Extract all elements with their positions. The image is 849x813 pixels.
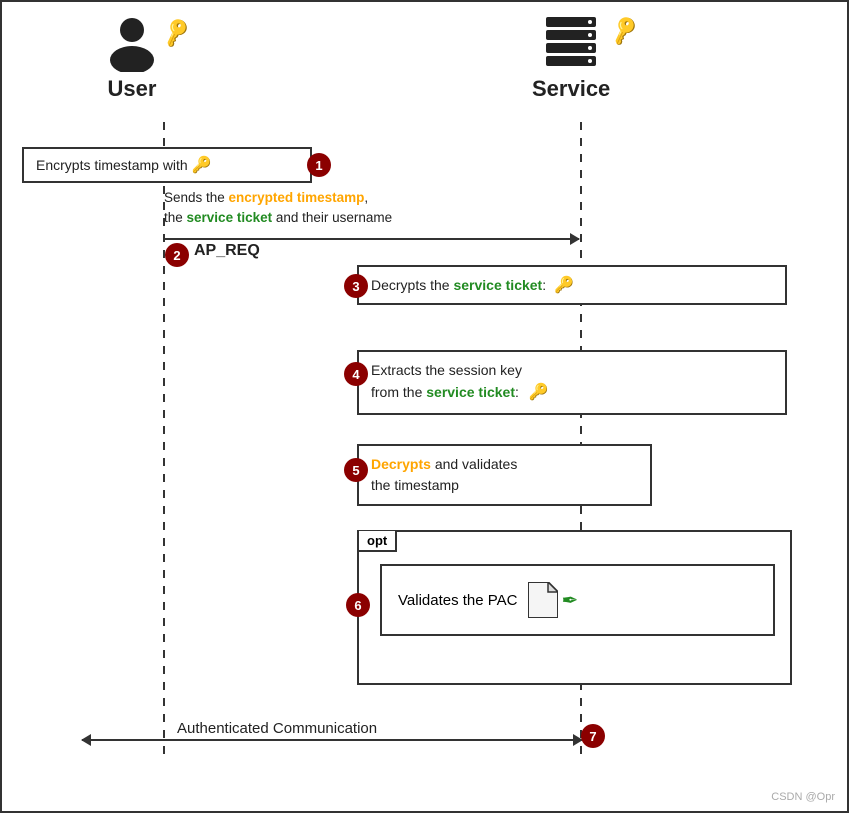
person-icon <box>102 12 162 72</box>
auth-comm-arrow <box>82 739 582 741</box>
step1-box: Encrypts timestamp with 🔑 <box>22 147 312 183</box>
step4-box: Extracts the session keyfrom the service… <box>357 350 787 415</box>
step4-circle: 4 <box>344 362 368 386</box>
step2-arrow <box>164 238 579 240</box>
step2-encrypted-text: encrypted timestamp <box>229 190 365 205</box>
user-label: User <box>108 76 157 102</box>
opt-label: opt <box>359 531 397 552</box>
service-label: Service <box>532 76 610 102</box>
pen-icon: ✒ <box>562 588 579 613</box>
step3-circle: 3 <box>344 274 368 298</box>
watermark: CSDN @Opr <box>771 791 835 803</box>
step3-text: Decrypts the service ticket: <box>371 277 546 293</box>
step3-box: Decrypts the service ticket: 🔑 <box>357 265 787 305</box>
step2-service-ticket-text: service ticket <box>187 210 273 225</box>
green-key-icon: 🔑 <box>607 14 642 48</box>
step2-apreq-label: AP_REQ <box>194 242 260 260</box>
actor-user: 🔑 User <box>102 12 162 102</box>
diagram: 🔑 User 🔑 Service Encrypts timest <box>0 0 849 813</box>
step5-decrypts-text: Decrypts <box>371 456 431 472</box>
step2-circle: 2 <box>165 243 189 267</box>
auth-comm-label: Authenticated Communication <box>177 720 377 737</box>
user-icon-group: 🔑 <box>102 12 162 72</box>
step5-box: Decrypts and validatesthe timestamp <box>357 444 652 506</box>
red-key-icon: 🔑 <box>159 16 194 50</box>
step4-text: Extracts the session keyfrom the service… <box>371 362 522 400</box>
step2-label: Sends the encrypted timestamp, the servi… <box>164 188 392 229</box>
document-icon <box>528 582 558 618</box>
step6-circle: 6 <box>346 593 370 617</box>
step4-key-icon: 🔑 <box>529 384 549 401</box>
service-icon-group: 🔑 <box>536 12 606 72</box>
yellow-key-icon: 🔑 <box>192 157 212 174</box>
step1-text: Encrypts timestamp with <box>36 157 192 173</box>
server-icon <box>536 12 606 72</box>
doc-pen-icon: ✒ <box>528 582 579 618</box>
validates-pac-text: Validates the PAC <box>398 592 518 609</box>
step3-key-icon: 🔑 <box>554 277 574 294</box>
step1-circle: 1 <box>307 153 331 177</box>
validates-pac-box: Validates the PAC ✒ <box>380 564 775 636</box>
step7-circle: 7 <box>581 724 605 748</box>
actor-service: 🔑 Service <box>532 12 610 102</box>
step5-circle: 5 <box>344 458 368 482</box>
